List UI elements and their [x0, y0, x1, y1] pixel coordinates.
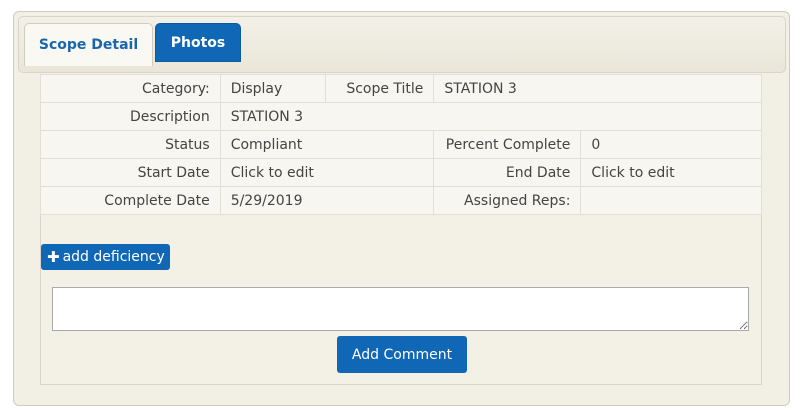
description-value: STATION 3 — [219, 102, 763, 131]
description-label: Description — [40, 102, 221, 131]
assigned-reps-label: Assigned Reps: — [433, 186, 582, 215]
add-comment-button[interactable]: Add Comment — [337, 336, 467, 373]
assigned-reps-value — [580, 186, 762, 215]
scope-panel: Scope Detail Photos Category: Display Sc… — [13, 11, 790, 406]
table-row: Category: Display Scope Title STATION 3 — [40, 74, 762, 103]
percent-complete-label: Percent Complete — [433, 130, 582, 159]
complete-date-label: Complete Date — [40, 186, 221, 215]
category-label: Category: — [40, 74, 221, 103]
tab-scope-detail[interactable]: Scope Detail — [24, 23, 153, 66]
percent-complete-value: 0 — [580, 130, 762, 159]
comment-textarea[interactable] — [52, 287, 749, 331]
complete-date-value: 5/29/2019 — [219, 186, 435, 215]
start-date-label: Start Date — [40, 158, 221, 187]
scope-title-label: Scope Title — [325, 74, 435, 103]
category-value: Display — [219, 74, 327, 103]
add-deficiency-button[interactable]: ✚ add deficiency — [41, 244, 170, 270]
end-date-label: End Date — [433, 158, 582, 187]
plus-icon: ✚ — [47, 248, 60, 266]
end-date-value[interactable]: Click to edit — [580, 158, 762, 187]
table-row: Start Date Click to edit End Date Click … — [40, 158, 762, 187]
table-row: Description STATION 3 — [40, 102, 763, 131]
tab-photos[interactable]: Photos — [155, 23, 241, 62]
start-date-value[interactable]: Click to edit — [219, 158, 435, 187]
status-value: Compliant — [219, 130, 435, 159]
table-row: Complete Date 5/29/2019 Assigned Reps: — [40, 186, 762, 215]
table-row: Status Compliant Percent Complete 0 — [40, 130, 762, 159]
status-label: Status — [40, 130, 221, 159]
scope-detail-content: Category: Display Scope Title STATION 3 … — [40, 74, 763, 385]
tab-bar: Scope Detail Photos — [18, 16, 786, 73]
scope-detail-table: Category: Display Scope Title STATION 3 … — [40, 74, 763, 215]
scope-title-value: STATION 3 — [433, 74, 762, 103]
add-deficiency-label: add deficiency — [62, 249, 165, 265]
